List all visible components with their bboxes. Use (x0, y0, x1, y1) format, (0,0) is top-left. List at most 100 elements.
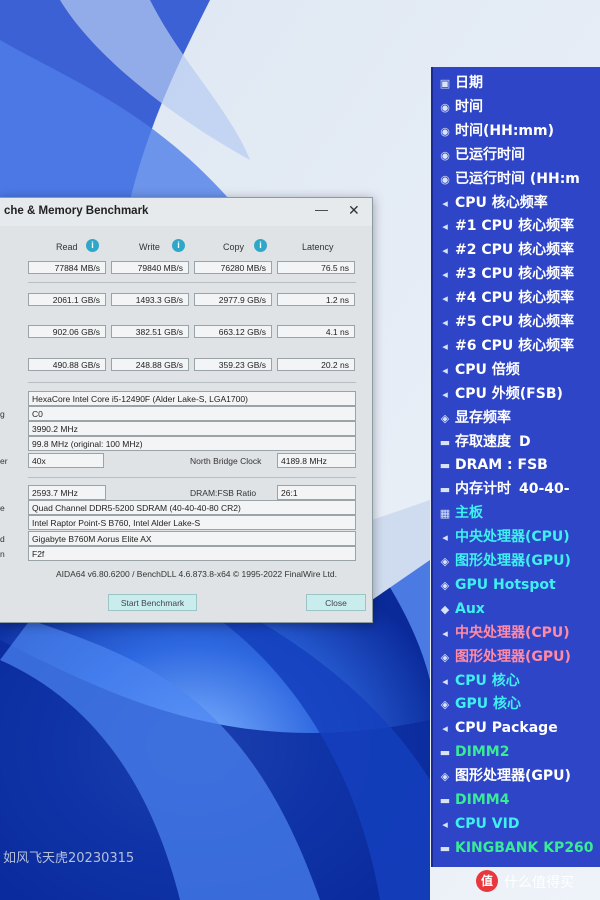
sensor-label: DIMM4 (455, 792, 510, 808)
sensor-row: ▬ DIMM2 (438, 740, 510, 764)
sensor-label: 时间 (455, 98, 483, 115)
clock-icon: ◉ (440, 100, 450, 114)
title-bar[interactable]: che & Memory Benchmark — ✕ (0, 198, 372, 226)
dram-fsb-label: DRAM:FSB Ratio (190, 488, 257, 498)
sensor-label: #1 CPU 核心频率 (455, 218, 575, 235)
sensor-row: ▦ 主板 (438, 501, 483, 525)
minimize-button[interactable]: — (315, 202, 328, 217)
sensor-label: GPU 核心 (455, 696, 521, 713)
sensor-label: Aux (455, 600, 485, 617)
memory-icon: ▬ (439, 483, 451, 497)
brand-text: 什么值得买 (504, 875, 574, 891)
copy-info-icon[interactable]: i (254, 239, 267, 252)
sensor-row: ◈ GPU 核心 (438, 692, 521, 716)
sensor-label: 已运行时间 (455, 146, 525, 163)
sensor-row: ◉ 时间 (438, 95, 483, 119)
sensor-row: ◈ 显存频率 (438, 406, 511, 430)
disk-icon: ▬ (439, 841, 451, 855)
memory-write: 79840 MB/s (111, 261, 189, 274)
l3-latency: 20.2 ns (277, 358, 355, 371)
sensor-row: ◈ 图形处理器(GPU) (438, 764, 571, 788)
sensor-label: 显存频率 (455, 409, 511, 426)
sensor-label: 图形处理器(GPU) (455, 553, 571, 569)
watermark: 如风飞天虎20230315 (3, 851, 135, 866)
sensor-row: ◈ 图形处理器(GPU) (438, 549, 571, 573)
gpu-icon: ◈ (440, 411, 450, 425)
sensor-row: ▬ 存取速度 D (438, 430, 531, 454)
sensor-label: 图形处理器(GPU) (455, 648, 571, 665)
sensor-label: GPU Hotspot (455, 576, 556, 593)
sensor-row: ◂ #6 CPU 核心频率 (438, 334, 574, 358)
divider (28, 282, 356, 283)
sensor-label: CPU 核心 (455, 672, 520, 689)
sensor-value: 40-40- (519, 481, 570, 498)
sensor-panel: ▣ 日期 ◉ 时间 ◉ 时间(HH:mm) ◉ 已运行时间 ◉ 已运行时间 (HH:m ◂ CPU 核… (431, 67, 600, 867)
sensor-row: ◂ #3 CPU 核心频率 (438, 262, 574, 286)
cpu-type-field: HexaCore Intel Core i5-12490F (Alder Lak… (28, 391, 356, 406)
l1-copy: 2977.9 GB/s (194, 293, 272, 306)
l2-read: 902.06 GB/s (28, 325, 106, 338)
l3-copy: 359.23 GB/s (194, 358, 272, 371)
cpu-icon: ◂ (442, 244, 448, 258)
sensor-row: ◂ #1 CPU 核心频率 (438, 214, 574, 238)
close-button[interactable]: Close (306, 594, 366, 611)
dram-fsb-field: 26:1 (277, 485, 356, 500)
divider (28, 382, 356, 383)
l1-write: 1493.3 GB/s (111, 293, 189, 306)
sensor-value: D (519, 433, 531, 450)
nb-clock-label: North Bridge Clock (190, 456, 262, 466)
cpu-stepping-field: C0 (28, 406, 356, 421)
close-window-button[interactable]: ✕ (348, 202, 360, 219)
read-info-icon[interactable]: i (86, 239, 99, 252)
multiplier-field: 40x (28, 453, 104, 468)
multiplier-label: er (0, 456, 8, 466)
sensor-row: ◆ Aux (438, 597, 485, 621)
sensor-icon: ◆ (440, 602, 450, 616)
column-header-read: Read (56, 242, 78, 252)
sensor-row: ◂ CPU VID (438, 812, 519, 836)
sensor-label: CPU VID (455, 815, 520, 832)
version-copyright: AIDA64 v6.80.6200 / BenchDLL 4.6.873.8-x… (56, 569, 337, 579)
sensor-row: ◂ CPU 核心频率 (438, 191, 548, 215)
sensor-row: ◂ CPU Package (438, 716, 557, 740)
sensor-row: ◂ CPU 倍频 (438, 358, 520, 382)
sensor-label: 主板 (455, 505, 483, 522)
sensor-row: ▬ KINGBANK KP260 (438, 836, 594, 860)
sensor-label: #5 CPU 核心频率 (455, 314, 575, 330)
cpu-icon: ◂ (442, 220, 448, 234)
write-info-icon[interactable]: i (172, 239, 185, 252)
brand-logo-icon: 值 (476, 870, 498, 892)
l3-read: 490.88 GB/s (28, 358, 106, 371)
l1-latency: 1.2 ns (277, 293, 355, 306)
sensor-row: ▣ 日期 (438, 71, 483, 95)
sensor-label: #4 CPU 核心频率 (455, 290, 575, 307)
bios-field: F2f (28, 546, 356, 561)
clock-icon: ◉ (440, 148, 450, 162)
sensor-row: ▬ DRAM : FSB (438, 453, 548, 477)
sensor-label: #3 CPU 核心频率 (455, 266, 575, 283)
sensor-label: 已运行时间 (HH:m (455, 170, 580, 187)
memory-read: 77884 MB/s (28, 261, 106, 274)
divider (28, 477, 356, 478)
cpu-icon: ◂ (442, 674, 448, 688)
benchmark-window: che & Memory Benchmark — ✕ Read i Write … (0, 197, 373, 623)
cpu-icon: ◂ (442, 316, 448, 329)
motherboard-field: Gigabyte B760M Aorus Elite AX (28, 531, 356, 546)
motherboard-label: d (0, 534, 5, 544)
sensor-label: 中央处理器(CPU) (455, 624, 570, 641)
sensor-row: ▬ DIMM4 (438, 788, 510, 812)
cpu-stepping-label: g (0, 409, 5, 419)
column-header-latency: Latency (302, 242, 334, 252)
start-benchmark-button[interactable]: Start Benchmark (108, 594, 197, 611)
bios-label: n (0, 549, 5, 559)
sensor-row: ▬ 内存计时 40-40- (438, 477, 570, 501)
cpu-icon: ◂ (442, 626, 448, 640)
calendar-icon: ▣ (439, 77, 451, 90)
sensor-row: ◂ #4 CPU 核心频率 (438, 286, 574, 310)
clock-icon: ◉ (440, 172, 450, 186)
cpu-icon: ◂ (442, 387, 448, 401)
motherboard-icon: ▦ (439, 507, 451, 521)
memory-type-field: Quad Channel DDR5-5200 SDRAM (40-40-40-8… (28, 500, 356, 515)
memory-latency: 76.5 ns (277, 261, 355, 274)
sensor-label: #6 CPU 核心频率 (455, 337, 575, 354)
